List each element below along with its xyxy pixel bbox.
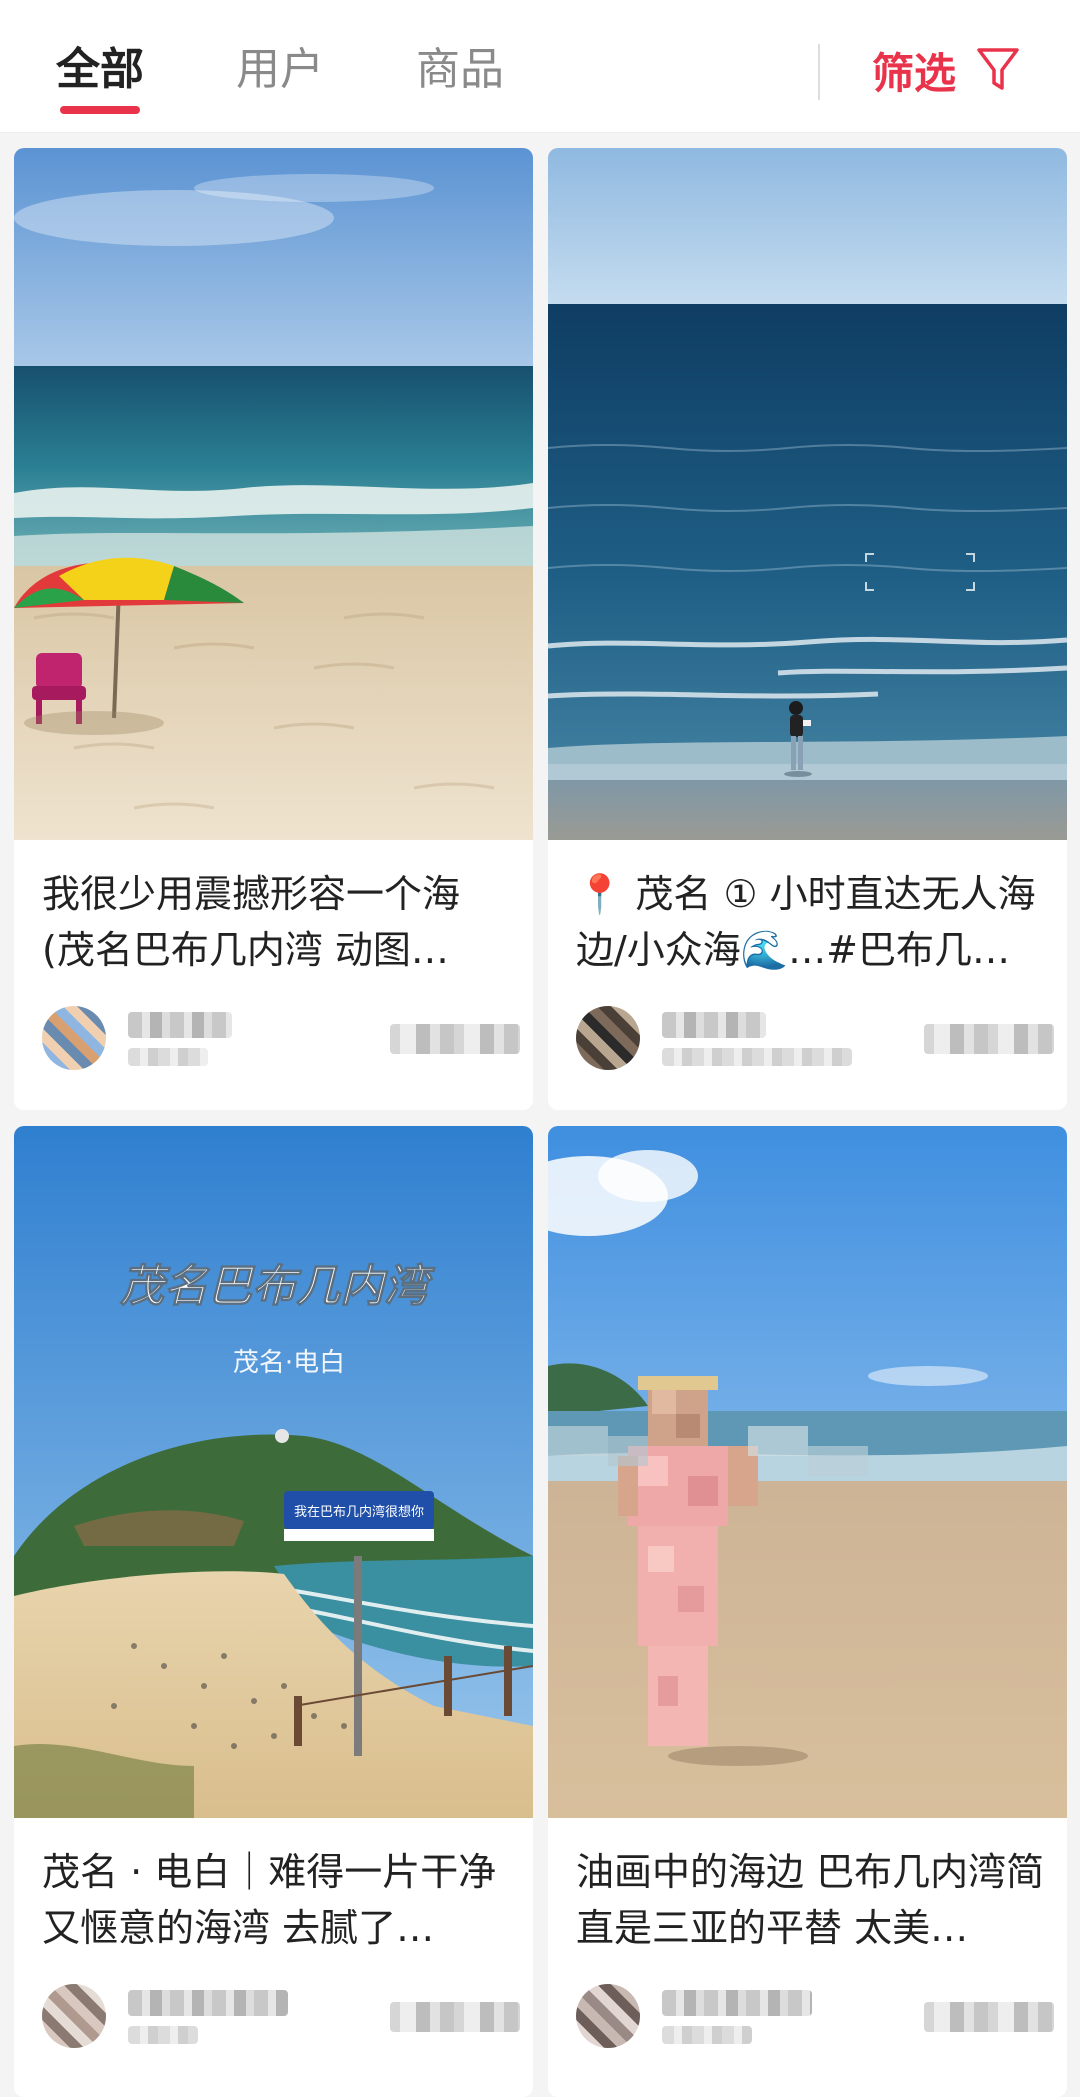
note-title-text: 茂名 ① 小时直达无人海边/小众海🌊…#巴布几…: [576, 872, 1036, 972]
author-sub-blurred: [662, 2026, 752, 2044]
avatar[interactable]: [576, 1984, 640, 2048]
avatar[interactable]: [42, 1006, 106, 1070]
top-tab-bar: 全部 用户 商品 筛选: [0, 0, 1080, 133]
author-row: [42, 1006, 520, 1076]
author-row: [42, 1984, 520, 2054]
author-sub-blurred: [128, 1048, 208, 1066]
like-count-blurred[interactable]: [390, 2002, 520, 2032]
author-row: [576, 1984, 1054, 2054]
like-count-blurred[interactable]: [924, 1024, 1054, 1054]
location-pin-icon: 📍: [576, 872, 624, 916]
author-row: [576, 1006, 1054, 1076]
author-name-blurred[interactable]: [128, 1990, 288, 2016]
note-card[interactable]: 油画中的海边 巴布几内湾简直是三亚的平替 太美…: [548, 1126, 1067, 2097]
cover-headline: 茂名巴布几内湾: [119, 1261, 436, 1312]
like-count-blurred[interactable]: [390, 1024, 520, 1054]
filter-button[interactable]: 筛选: [872, 40, 1020, 100]
author-name-blurred[interactable]: [662, 1012, 766, 1038]
filter-label: 筛选: [872, 48, 957, 98]
note-card[interactable]: 我在巴布几内湾很想你 茂名巴布几内湾 茂名·电白 茂名 · 电白｜难得一片干净又…: [14, 1126, 533, 2097]
cover-subline: 茂名·电白: [233, 1348, 345, 1378]
avatar[interactable]: [576, 1006, 640, 1070]
tab-products[interactable]: 商品: [416, 40, 504, 100]
note-cover-image[interactable]: [14, 148, 533, 840]
note-card[interactable]: 📍 茂名 ① 小时直达无人海边/小众海🌊…#巴布几…: [548, 148, 1067, 1110]
note-cover-image[interactable]: 我在巴布几内湾很想你 茂名巴布几内湾 茂名·电白: [14, 1126, 533, 1818]
author-sub-blurred: [662, 1048, 852, 1066]
author-name-blurred[interactable]: [128, 1012, 232, 1038]
note-title[interactable]: 油画中的海边 巴布几内湾简直是三亚的平替 太美…: [576, 1844, 1046, 1956]
avatar[interactable]: [42, 1984, 106, 2048]
cover-sign-text: 我在巴布几内湾很想你: [294, 1504, 424, 1520]
divider: [818, 44, 820, 100]
active-tab-indicator: [60, 106, 140, 114]
note-card[interactable]: 我很少用震撼形容一个海(茂名巴布几内湾 动图…: [14, 148, 533, 1110]
author-name-blurred[interactable]: [662, 1990, 812, 2016]
note-cover-image[interactable]: [548, 148, 1067, 840]
tab-users[interactable]: 用户: [236, 40, 324, 100]
tab-all[interactable]: 全部: [56, 40, 144, 100]
like-count-blurred[interactable]: [924, 2002, 1054, 2032]
note-cover-image[interactable]: [548, 1126, 1067, 1818]
funnel-icon: [977, 48, 1019, 90]
author-sub-blurred: [128, 2026, 198, 2044]
note-title[interactable]: 我很少用震撼形容一个海(茂名巴布几内湾 动图…: [42, 866, 512, 978]
note-title[interactable]: 📍 茂名 ① 小时直达无人海边/小众海🌊…#巴布几…: [576, 866, 1046, 978]
note-title[interactable]: 茂名 · 电白｜难得一片干净又惬意的海湾 去腻了…: [42, 1844, 512, 1956]
